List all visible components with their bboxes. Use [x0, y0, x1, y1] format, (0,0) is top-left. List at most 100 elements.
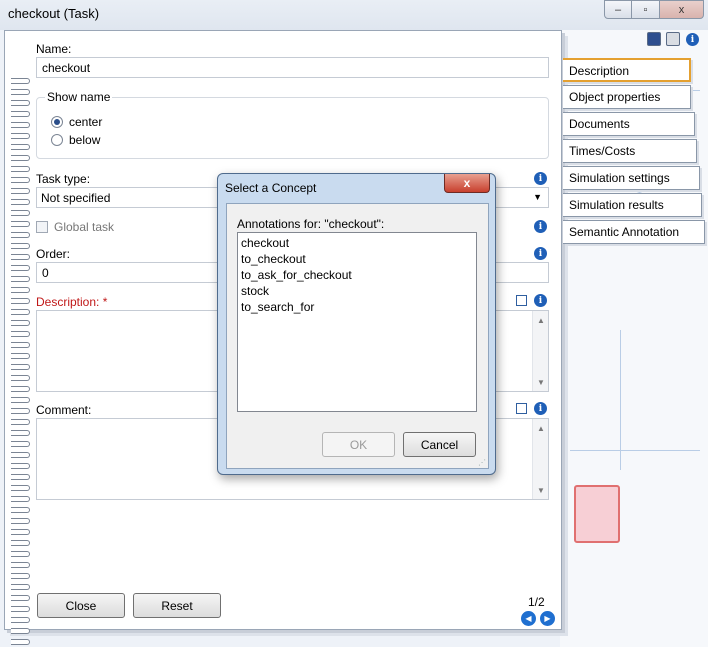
- resize-grip-icon[interactable]: ⋰: [478, 458, 486, 467]
- tab-object-properties[interactable]: Object properties: [563, 85, 691, 109]
- binding-ring: [11, 218, 31, 229]
- minimize-button[interactable]: –: [604, 0, 632, 19]
- window-controls: – ▫ x: [604, 0, 704, 19]
- concept-list[interactable]: checkout to_checkout to_ask_for_checkout…: [237, 232, 477, 412]
- show-name-group: Show name center below: [36, 90, 549, 159]
- order-info-icon[interactable]: i: [534, 247, 547, 260]
- dialog-title: Select a Concept: [225, 181, 317, 195]
- global-task-label: Global task: [54, 220, 115, 234]
- tab-simulation-results[interactable]: Simulation results: [563, 193, 702, 217]
- order-label: Order:: [36, 247, 71, 261]
- task-type-info-icon[interactable]: i: [534, 172, 547, 185]
- binding-ring: [11, 306, 31, 317]
- tab-semantic-annotation[interactable]: Semantic Annotation: [563, 220, 705, 244]
- restore-button[interactable]: ▫: [632, 0, 660, 19]
- tab-documents[interactable]: Documents: [563, 112, 695, 136]
- binding-ring: [11, 207, 31, 218]
- select-concept-dialog: Select a Concept x Annotations for: "che…: [217, 173, 496, 475]
- tab-simulation-settings[interactable]: Simulation settings: [563, 166, 700, 190]
- scroll-down-icon[interactable]: ▼: [537, 486, 545, 495]
- binding-ring: [11, 75, 31, 86]
- binding-ring: [11, 394, 31, 405]
- binding-ring: [11, 515, 31, 526]
- scroll-up-icon[interactable]: ▲: [537, 424, 545, 433]
- binding-ring: [11, 108, 31, 119]
- binding-ring: [11, 317, 31, 328]
- global-task-checkbox[interactable]: Global task: [36, 220, 114, 234]
- chevron-down-icon: ▼: [533, 192, 542, 202]
- binding-ring: [11, 405, 31, 416]
- binding-ring: [11, 592, 31, 603]
- binding-ring: [11, 493, 31, 504]
- window-title: checkout (Task): [8, 6, 100, 21]
- list-item[interactable]: to_checkout: [241, 251, 473, 267]
- binding-ring: [11, 548, 31, 559]
- tab-description[interactable]: Description: [563, 58, 691, 82]
- description-scrollbar[interactable]: ▲ ▼: [532, 311, 548, 391]
- binding-ring: [11, 141, 31, 152]
- scroll-up-icon[interactable]: ▲: [537, 316, 545, 325]
- binding-ring: [11, 526, 31, 537]
- radio-center-label: center: [69, 115, 103, 129]
- binding-ring: [11, 614, 31, 625]
- global-task-box[interactable]: [36, 221, 48, 233]
- binding-ring: [11, 251, 31, 262]
- window-close-button[interactable]: x: [660, 0, 704, 19]
- close-button[interactable]: Close: [37, 593, 125, 618]
- list-item[interactable]: to_ask_for_checkout: [241, 267, 473, 283]
- name-label: Name:: [36, 42, 72, 56]
- binding-ring: [11, 262, 31, 273]
- binding-ring: [11, 581, 31, 592]
- show-name-label: Show name: [45, 90, 113, 104]
- binding-ring: [11, 460, 31, 471]
- radio-center-dot[interactable]: [51, 116, 63, 128]
- task-type-value: Not specified: [41, 191, 111, 205]
- reset-button[interactable]: Reset: [133, 593, 221, 618]
- annotations-label: Annotations for: "checkout":: [237, 217, 385, 231]
- list-item[interactable]: checkout: [241, 235, 473, 251]
- name-input[interactable]: checkout: [36, 57, 549, 78]
- binding-ring: [11, 339, 31, 350]
- dialog-body: Annotations for: "checkout": checkout to…: [226, 203, 489, 469]
- cancel-button[interactable]: Cancel: [403, 432, 476, 457]
- binding-ring: [11, 196, 31, 207]
- comment-info-icon[interactable]: i: [534, 402, 547, 415]
- help-info-icon[interactable]: i: [686, 33, 699, 46]
- scroll-down-icon[interactable]: ▼: [537, 378, 545, 387]
- binding-ring: [11, 350, 31, 361]
- description-label-text: Description:: [36, 295, 100, 309]
- binding-ring: [11, 383, 31, 394]
- binding-ring: [11, 152, 31, 163]
- task-type-label: Task type:: [36, 172, 91, 186]
- description-expand-checkbox[interactable]: [516, 295, 527, 306]
- binding-ring: [11, 372, 31, 383]
- list-item[interactable]: to_search_for: [241, 299, 473, 315]
- radio-center[interactable]: center: [51, 115, 102, 129]
- save-icon[interactable]: [647, 32, 661, 46]
- global-task-info-icon[interactable]: i: [534, 220, 547, 233]
- description-label: Description: *: [36, 295, 107, 309]
- tab-times-costs[interactable]: Times/Costs: [563, 139, 697, 163]
- radio-below-dot[interactable]: [51, 134, 63, 146]
- description-info-icon[interactable]: i: [534, 294, 547, 307]
- binding-ring: [11, 504, 31, 515]
- binding-ring: [11, 328, 31, 339]
- binding-ring: [11, 416, 31, 427]
- comment-scrollbar[interactable]: ▲ ▼: [532, 419, 548, 499]
- list-item[interactable]: stock: [241, 283, 473, 299]
- previous-page-icon[interactable]: ◀: [521, 611, 536, 626]
- ok-button[interactable]: OK: [322, 432, 395, 457]
- window-titlebar: checkout (Task) – ▫ x: [0, 0, 708, 30]
- required-marker: *: [102, 295, 108, 309]
- radio-below[interactable]: below: [51, 133, 100, 147]
- spiral-binding: [11, 75, 31, 647]
- dialog-close-button[interactable]: x: [444, 174, 490, 193]
- binding-ring: [11, 537, 31, 548]
- binding-ring: [11, 625, 31, 636]
- next-page-icon[interactable]: ▶: [540, 611, 555, 626]
- comment-expand-checkbox[interactable]: [516, 403, 527, 414]
- binding-ring: [11, 174, 31, 185]
- binding-ring: [11, 273, 31, 284]
- binding-ring: [11, 284, 31, 295]
- print-icon[interactable]: [666, 32, 680, 46]
